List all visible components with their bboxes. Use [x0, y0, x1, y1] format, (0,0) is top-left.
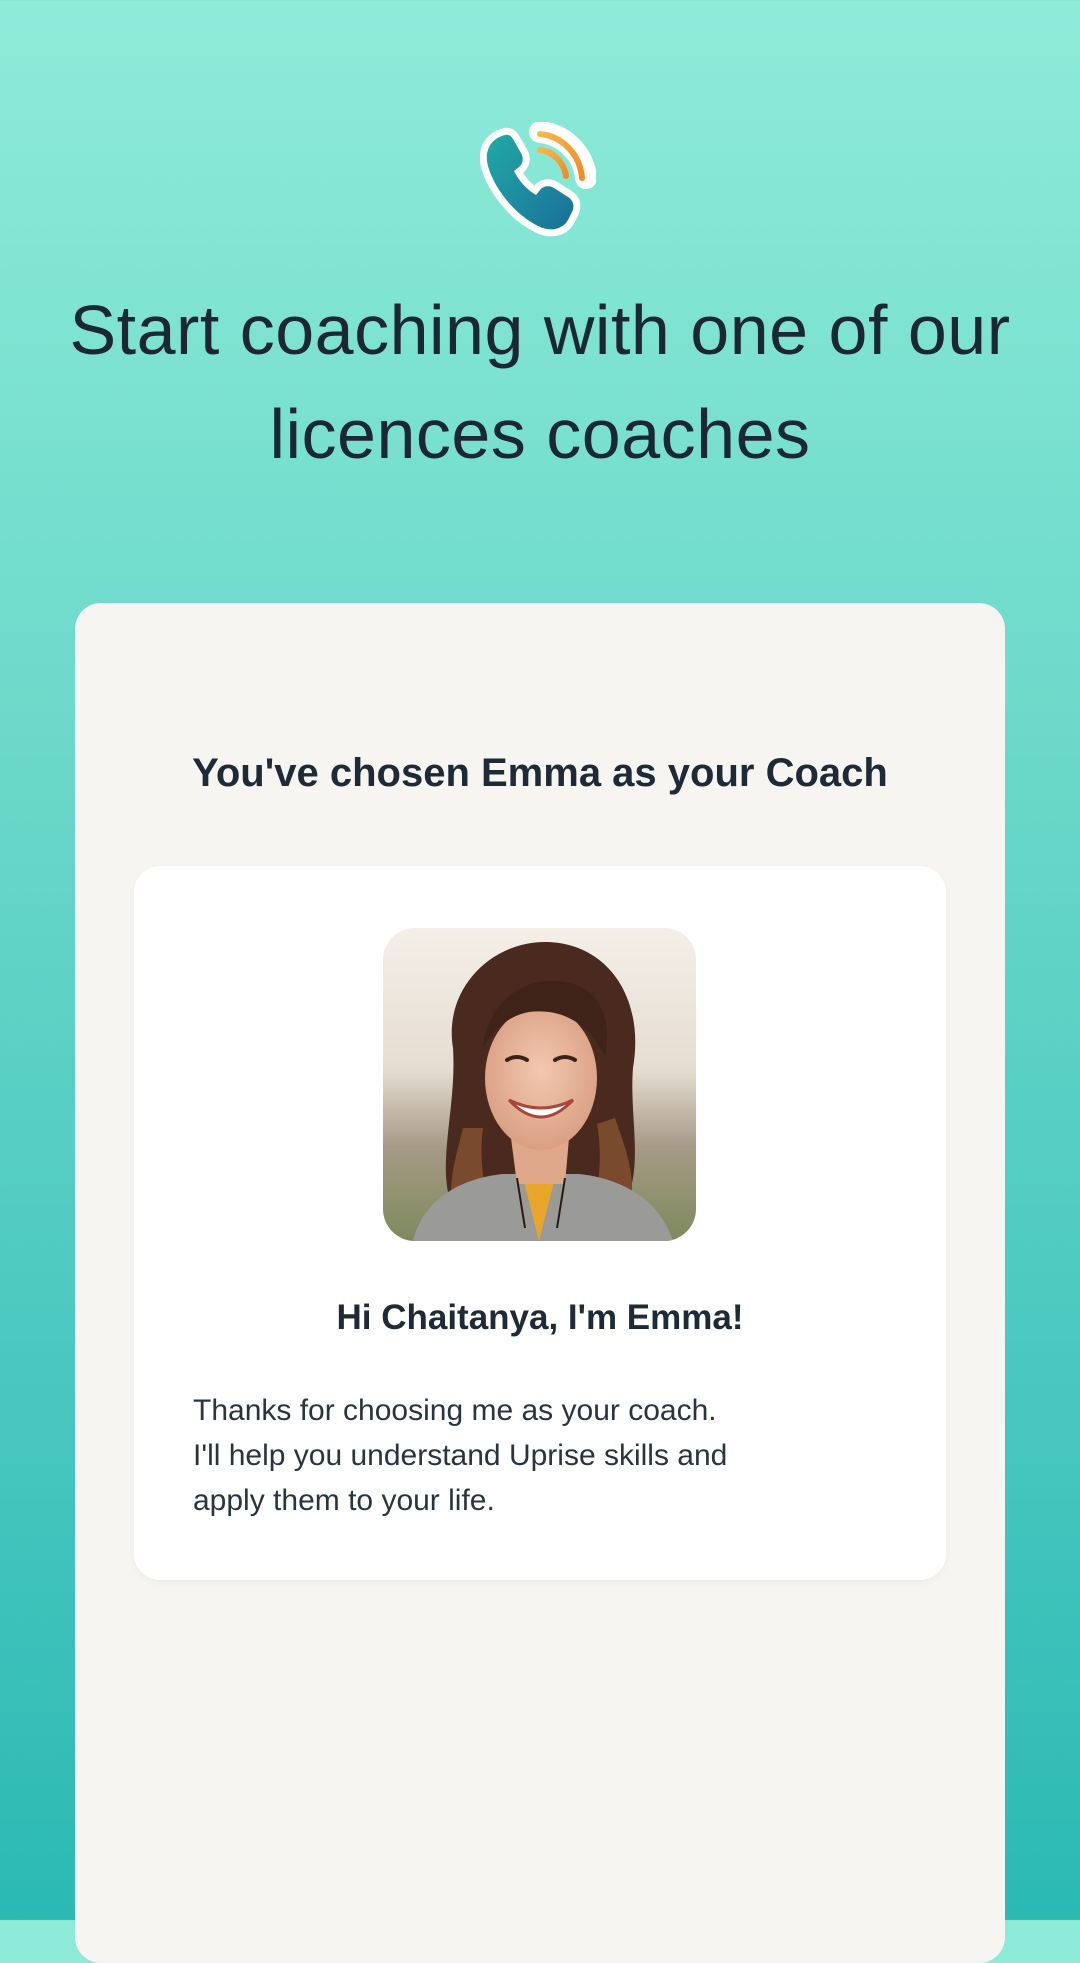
coach-message-line: I'll help you understand Uprise skills a… [193, 1439, 728, 1472]
coach-message-line: apply them to your life. [193, 1484, 495, 1517]
coach-message: Thanks for choosing me as your coach. I'… [193, 1388, 893, 1523]
coach-photo [383, 928, 696, 1241]
coach-greeting: Hi Chaitanya, I'm Emma! [336, 1298, 744, 1337]
phone-call-icon [479, 121, 597, 238]
chosen-coach-title: You've chosen Emma as your Coach [192, 751, 888, 795]
coach-selection-panel: You've chosen Emma as your Coach Hi Chai… [75, 603, 1005, 1963]
coach-message-line: Thanks for choosing me as your coach. [193, 1394, 717, 1427]
page-title: Start coaching with one of our licences … [69, 291, 1011, 473]
coach-card: Hi Chaitanya, I'm Emma! Thanks for choos… [134, 866, 946, 1580]
